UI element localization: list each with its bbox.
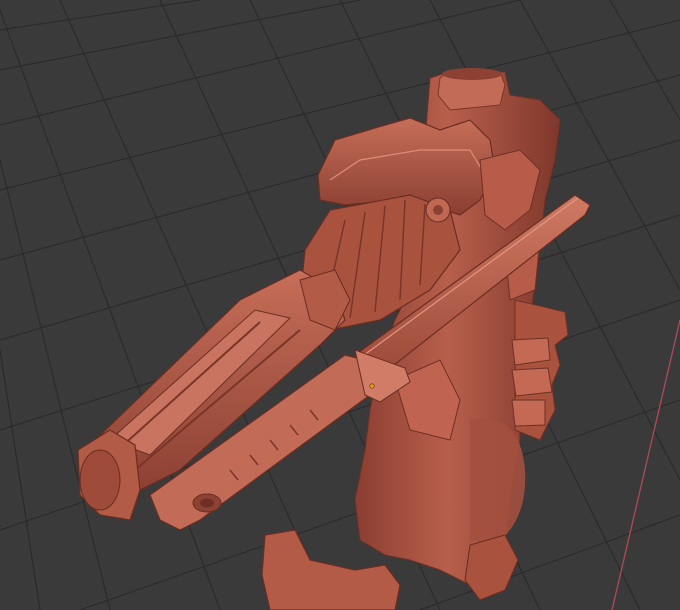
pommel-ring-inner — [200, 498, 214, 508]
x-axis-line — [611, 319, 680, 610]
origin-marker-icon[interactable] — [369, 383, 375, 389]
3d-viewport[interactable] — [0, 0, 680, 610]
viewport-canvas[interactable] — [0, 0, 680, 610]
sculpt-model[interactable] — [77, 68, 591, 610]
waist-armor-right — [464, 534, 519, 601]
neck-opening — [442, 68, 502, 80]
back-plates — [511, 299, 569, 441]
elbow-joint-cap — [433, 205, 443, 215]
fist-face — [79, 449, 121, 511]
